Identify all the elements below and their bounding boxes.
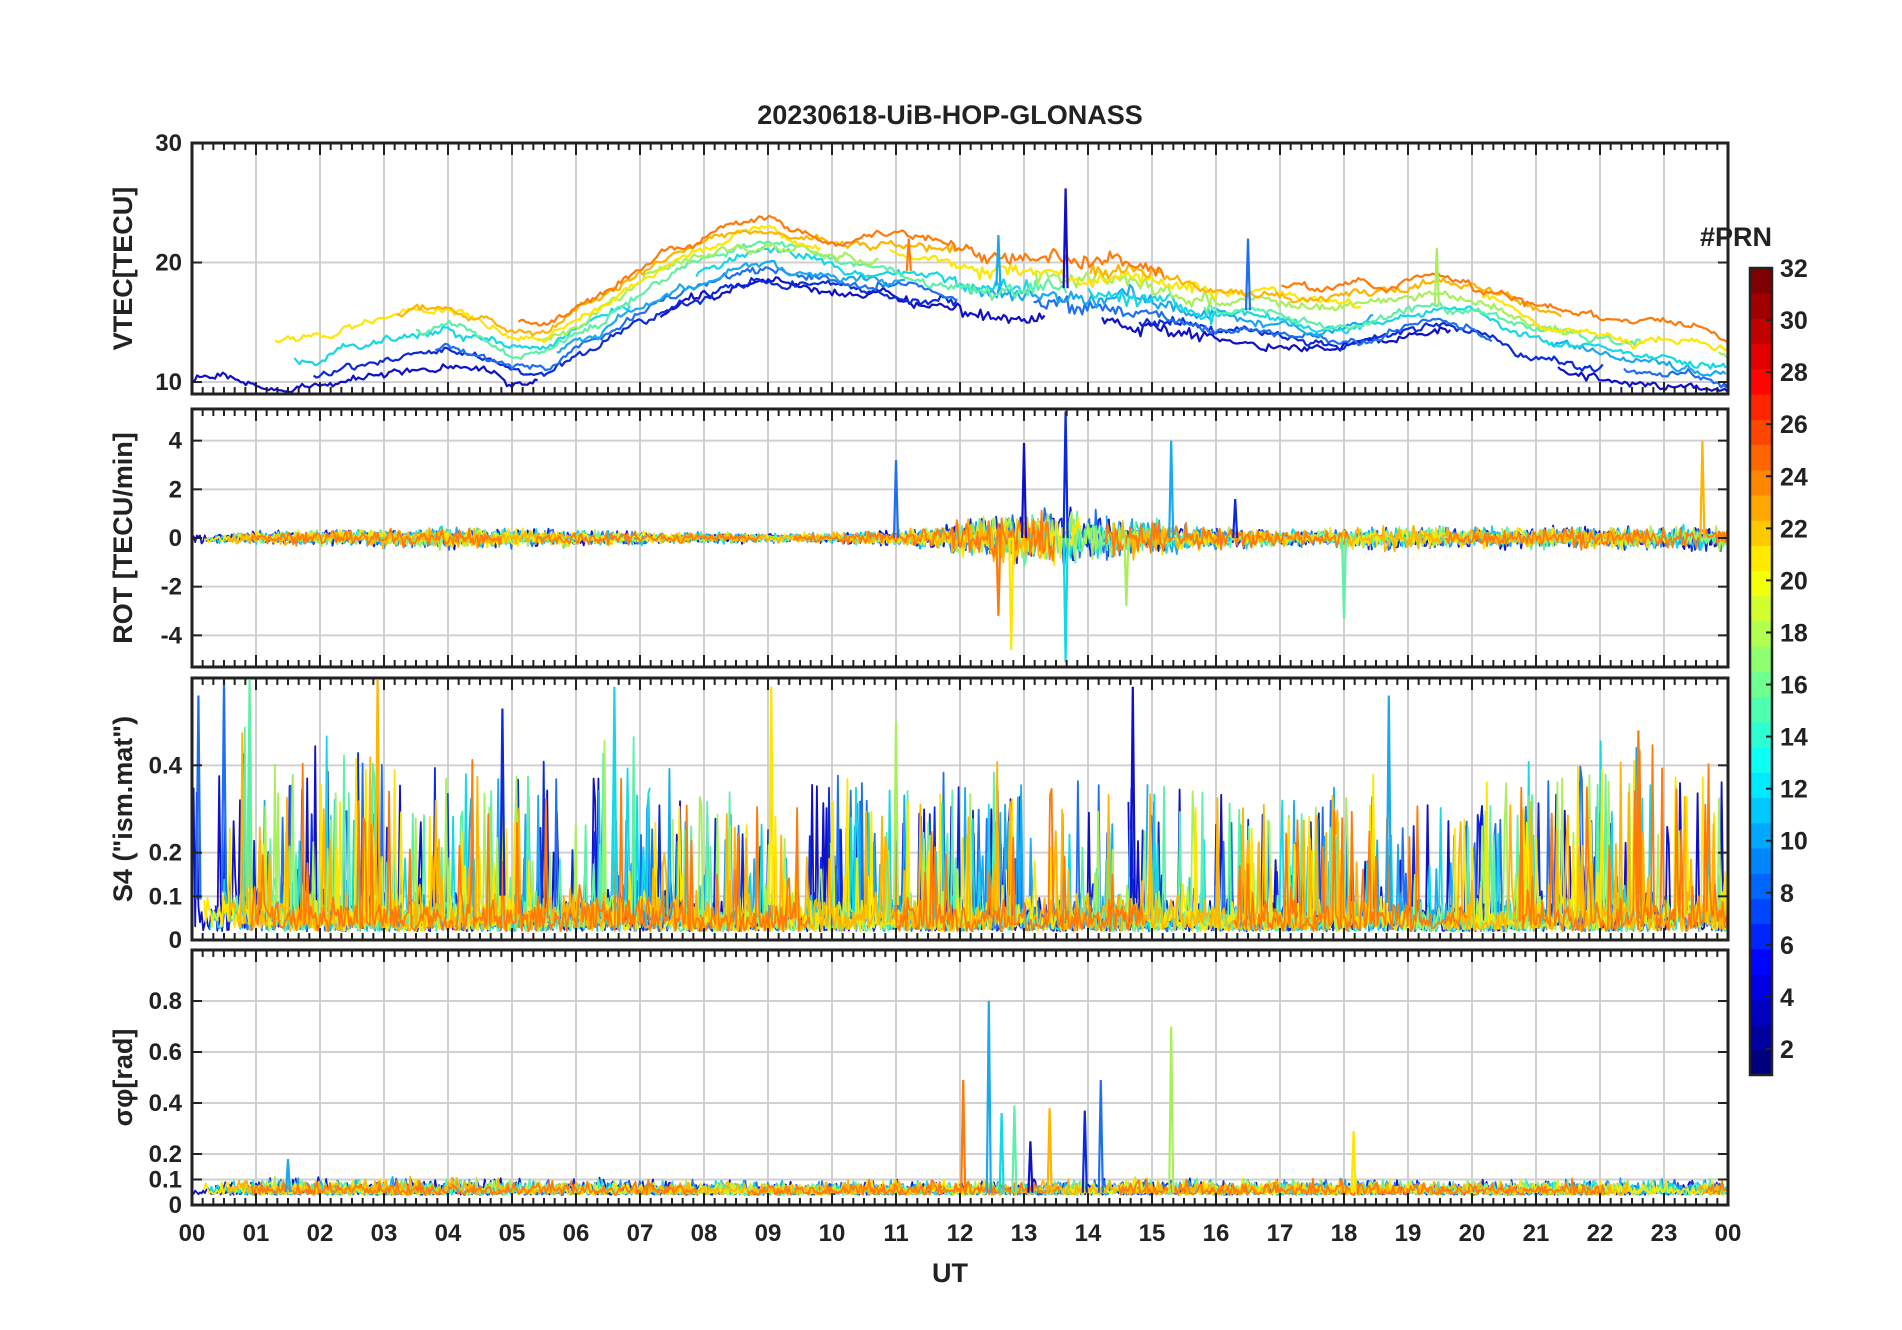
y-tick-label: 10 — [155, 369, 182, 396]
colorbar-step — [1750, 469, 1772, 496]
chart-figure: 20230618-UiB-HOP-GLONASS 102030VTEC[TECU… — [0, 0, 1902, 1330]
colorbar-step — [1750, 293, 1772, 319]
y-tick-label: 2 — [169, 476, 182, 503]
colorbar-step — [1750, 621, 1772, 647]
y-tick-label: 0 — [169, 927, 182, 954]
x-tick-label: 10 — [819, 1220, 846, 1247]
colorbar-step — [1750, 419, 1772, 446]
y-tick-label: 0 — [169, 525, 182, 552]
y-tick-label: 30 — [155, 130, 182, 157]
colorbar-step — [1750, 343, 1772, 370]
figure-background — [0, 0, 1902, 1330]
x-tick-label: 17 — [1267, 1220, 1294, 1247]
colorbar-tick-label: 28 — [1780, 359, 1808, 387]
x-tick-label: 02 — [307, 1220, 334, 1247]
colorbar-tick-label: 30 — [1780, 307, 1808, 335]
chart-title: 20230618-UiB-HOP-GLONASS — [757, 100, 1143, 130]
colorbar-step — [1750, 646, 1772, 672]
colorbar-tick-label: 8 — [1780, 880, 1794, 908]
x-tick-label: 01 — [243, 1220, 270, 1247]
y-tick-label: 0.1 — [149, 883, 182, 910]
y-tick-label: -4 — [161, 622, 183, 649]
y-tick-label: 0.1 — [149, 1167, 182, 1194]
colorbar-tick-label: 20 — [1780, 567, 1808, 595]
x-tick-label: 04 — [435, 1220, 462, 1247]
y-axis-label: σφ[rad] — [108, 1029, 138, 1127]
colorbar-label: #PRN — [1700, 222, 1772, 252]
x-tick-label: 19 — [1395, 1220, 1422, 1247]
y-tick-label: 0.2 — [149, 840, 182, 867]
x-tick-label: 14 — [1075, 1220, 1102, 1247]
colorbar-step — [1750, 721, 1772, 748]
colorbar-step — [1750, 797, 1772, 824]
colorbar-tick-label: 32 — [1780, 255, 1808, 283]
y-axis-label: S4 ("ism.mat") — [108, 716, 138, 902]
colorbar-tick-label: 24 — [1780, 463, 1808, 491]
y-tick-label: 0.8 — [149, 988, 182, 1015]
colorbar-step — [1750, 1049, 1772, 1076]
colorbar-step — [1750, 873, 1772, 899]
x-tick-label: 20 — [1459, 1220, 1486, 1247]
x-tick-label: 15 — [1139, 1220, 1166, 1247]
colorbar-tick-label: 12 — [1780, 776, 1808, 804]
x-tick-label: 21 — [1523, 1220, 1550, 1247]
colorbar-tick-label: 6 — [1780, 932, 1794, 960]
x-tick-label: 05 — [499, 1220, 526, 1247]
colorbar-step — [1750, 898, 1772, 925]
y-tick-label: 20 — [155, 250, 182, 277]
colorbar-step — [1750, 394, 1772, 420]
colorbar-step — [1750, 772, 1772, 799]
colorbar-tick-label: 10 — [1780, 828, 1808, 856]
colorbar-tick-label: 14 — [1780, 724, 1808, 752]
x-tick-label: 11 — [883, 1220, 908, 1247]
colorbar-step — [1750, 444, 1772, 471]
colorbar-step — [1750, 570, 1772, 597]
colorbar-step — [1750, 595, 1772, 622]
colorbar-step — [1750, 747, 1772, 773]
y-tick-label: 0.4 — [149, 1090, 183, 1117]
y-tick-label: 0 — [169, 1192, 182, 1219]
colorbar-tick-label: 4 — [1780, 984, 1794, 1012]
colorbar-step — [1750, 494, 1772, 521]
x-tick-label: 23 — [1651, 1220, 1678, 1247]
colorbar-tick-label: 18 — [1780, 619, 1808, 647]
x-tick-label: 07 — [627, 1220, 654, 1247]
x-tick-label: 18 — [1331, 1220, 1358, 1247]
colorbar-step — [1750, 1024, 1772, 1051]
colorbar-step — [1750, 948, 1772, 975]
x-tick-label: 00 — [179, 1220, 206, 1247]
y-tick-label: 0.6 — [149, 1039, 182, 1066]
colorbar-step — [1750, 545, 1772, 572]
colorbar-step — [1750, 696, 1772, 723]
colorbar-step — [1750, 520, 1772, 546]
y-axis-label: VTEC[TECU] — [108, 187, 138, 351]
y-tick-label: -2 — [161, 574, 182, 601]
x-tick-label: 09 — [755, 1220, 782, 1247]
x-tick-label: 03 — [371, 1220, 398, 1247]
x-tick-label: 12 — [947, 1220, 974, 1247]
x-tick-label: 16 — [1203, 1220, 1230, 1247]
x-tick-label: 22 — [1587, 1220, 1614, 1247]
colorbar-tick-label: 16 — [1780, 672, 1808, 700]
colorbar-step — [1750, 822, 1772, 849]
x-tick-label: 08 — [691, 1220, 718, 1247]
colorbar-step — [1750, 848, 1772, 874]
colorbar-step — [1750, 268, 1772, 294]
y-tick-label: 4 — [169, 428, 183, 455]
y-tick-label: 0.4 — [149, 752, 183, 779]
colorbar-tick-label: 26 — [1780, 411, 1808, 439]
x-tick-label: 06 — [563, 1220, 590, 1247]
x-tick-label: 00 — [1715, 1220, 1742, 1247]
y-tick-label: 0.2 — [149, 1141, 182, 1168]
y-axis-label: ROT [TECU/min] — [108, 432, 138, 643]
x-tick-label: 13 — [1011, 1220, 1038, 1247]
x-axis-label: UT — [932, 1258, 968, 1288]
colorbar-tick-label: 2 — [1780, 1036, 1794, 1064]
colorbar-step — [1750, 999, 1772, 1026]
colorbar-tick-label: 22 — [1780, 515, 1808, 543]
colorbar-step — [1750, 318, 1772, 345]
